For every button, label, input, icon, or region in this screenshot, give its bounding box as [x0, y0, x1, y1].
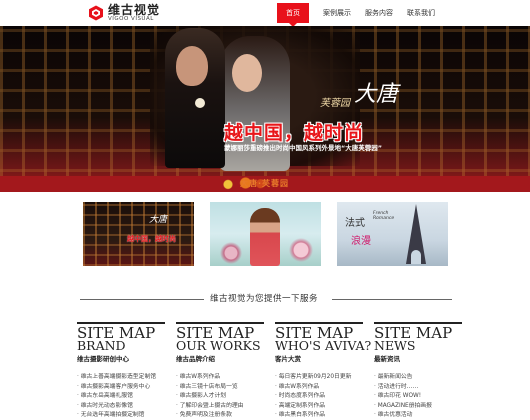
banner-subtitle: 蒙娜丽莎重磅推出时尚中国风系列外景地“大唐芙蓉园” [224, 144, 383, 152]
banner-boutonniere [195, 98, 205, 108]
main-nav: 首页 案例展示 服务内容 联系我们 [277, 0, 449, 27]
list-item[interactable]: 最新新闻公告 [374, 373, 462, 383]
list-item[interactable]: 时尚态度系列作品 [275, 392, 363, 402]
column-subheading: 客片大赏 [275, 355, 301, 363]
nav-home[interactable]: 首页 [277, 3, 309, 27]
list-item[interactable]: 了解印会暨上摄古的理由 [176, 402, 264, 412]
hero-banner[interactable]: 大唐 芙蓉园 越中国，越时尚 蒙娜丽莎重磅推出时尚中国风系列外景地“大唐芙蓉园”… [0, 26, 530, 192]
list-item[interactable]: 维古优惠活动 [374, 411, 462, 420]
thumbnail-french-en: French Romance [373, 211, 395, 221]
divider-right [332, 299, 452, 300]
banner-slogan: 越中国，越时尚 [224, 122, 365, 144]
sitemap-column-works: SITE MAP OUR WORKS 维古品牌介绍 维古W系列作品 维古三镜十店… [176, 322, 264, 420]
list-item[interactable]: 维古上善高端摄影造型定制馆 [77, 373, 165, 383]
list-item[interactable]: 维古印花 WOW! [374, 392, 462, 402]
sitemap-column-news: SITE MAP NEWS 最新资讯 最新新闻公告 活动进行时…… 维古印花 W… [374, 322, 462, 420]
divider-left [80, 299, 204, 300]
services-title: 维古视觉为您提供一下服务 [210, 294, 319, 304]
list-item[interactable]: 维古三镜十店布局一览 [176, 383, 264, 393]
logo-name: 维古视觉 [108, 2, 161, 17]
list-item[interactable]: 维古东岳高端礼服馆 [77, 392, 165, 402]
sitemap-columns: SITE MAP BRAND 维古摄影研创中心 维古上善高端摄影造型定制馆 维古… [77, 322, 462, 420]
list-item[interactable]: 活动进行时…… [374, 383, 462, 393]
nav-services[interactable]: 服务内容 [365, 8, 393, 18]
sitemap-column-aviva: SITE MAP WHO'S AVIVA? 客片大赏 每日客片更新09月20日更… [275, 322, 372, 420]
logo-subtitle: VIGOO VISUAL [108, 15, 154, 22]
column-link-list: 维古W系列作品 维古三镜十店布局一览 维古摄影人才计划 了解印会暨上摄古的理由 … [176, 373, 264, 420]
column-heading: WHO'S AVIVA? [275, 338, 372, 353]
column-subheading: 最新资讯 [374, 355, 400, 363]
column-subheading: 维古摄影研创中心 [77, 355, 129, 363]
nav-contact[interactable]: 联系我们 [407, 8, 435, 18]
column-link-list: 每日客片更新09月20日更新 维古W系列作品 时尚态度系列作品 高端定制系列作品… [275, 373, 363, 420]
banner-strip-text: 大唐·芙蓉园 [240, 179, 290, 188]
logo[interactable]: 维古视觉 VIGOO VISUAL [88, 3, 160, 23]
thumbnail-model-figure [250, 208, 280, 266]
list-item[interactable]: 维古摄影高端客户服务中心 [77, 383, 165, 393]
services-heading: 维古视觉为您提供一下服务 [80, 292, 452, 306]
header: 维古视觉 VIGOO VISUAL 首页 案例展示 服务内容 联系我们 [0, 0, 530, 27]
list-item[interactable]: 每日客片更新09月20日更新 [275, 373, 363, 383]
thumbnail-french-romance[interactable]: 法式 French Romance 浪漫 [337, 202, 448, 266]
list-item[interactable]: 无台选年高端拍摄定制馆 [77, 411, 165, 420]
list-item[interactable]: 维古W系列作品 [176, 373, 264, 383]
thumbnail-slogan: 越中国，越时尚 [127, 235, 176, 243]
column-link-list: 最新新闻公告 活动进行时…… 维古印花 WOW! MAGAZINE册拍画报 维古… [374, 373, 462, 420]
list-item[interactable]: 维古W系列作品 [275, 383, 363, 393]
sitemap-column-brand: SITE MAP BRAND 维古摄影研创中心 维古上善高端摄影造型定制馆 维古… [77, 322, 165, 420]
thumbnail-french-cn-2: 浪漫 [351, 236, 371, 247]
logo-hexagon-icon [88, 5, 104, 21]
list-item[interactable]: 免费声明及注册条款 [176, 411, 264, 420]
featured-thumbnails: 大唐 越中国，越时尚 法式 French Romance 浪漫 [83, 202, 451, 266]
column-subheading: 维古品牌介绍 [176, 355, 215, 363]
column-link-list: 维古上善高端摄影造型定制馆 维古摄影高端客户服务中心 维古东岳高端礼服馆 维古时… [77, 373, 165, 420]
eiffel-tower-icon [402, 204, 430, 264]
list-item[interactable]: 高端定制系列作品 [275, 402, 363, 412]
list-item[interactable]: MAGAZINE册拍画报 [374, 402, 462, 412]
list-item[interactable]: 维古时光动态影像馆 [77, 402, 165, 412]
thumbnail-tang-title: 大唐 [149, 215, 168, 225]
list-item[interactable]: 维古摄影人才计划 [176, 392, 264, 402]
list-item[interactable]: 维古黑白系列作品 [275, 411, 363, 420]
thumbnail-red-dress[interactable] [210, 202, 321, 266]
banner-tang-logo: 大唐 芙蓉园 [320, 82, 398, 109]
thumbnail-french-cn-1: 法式 [345, 218, 365, 229]
thumbnail-tang-garden[interactable]: 大唐 越中国，越时尚 [83, 202, 194, 266]
nav-cases[interactable]: 案例展示 [323, 8, 351, 18]
column-heading: OUR WORKS [176, 338, 261, 353]
